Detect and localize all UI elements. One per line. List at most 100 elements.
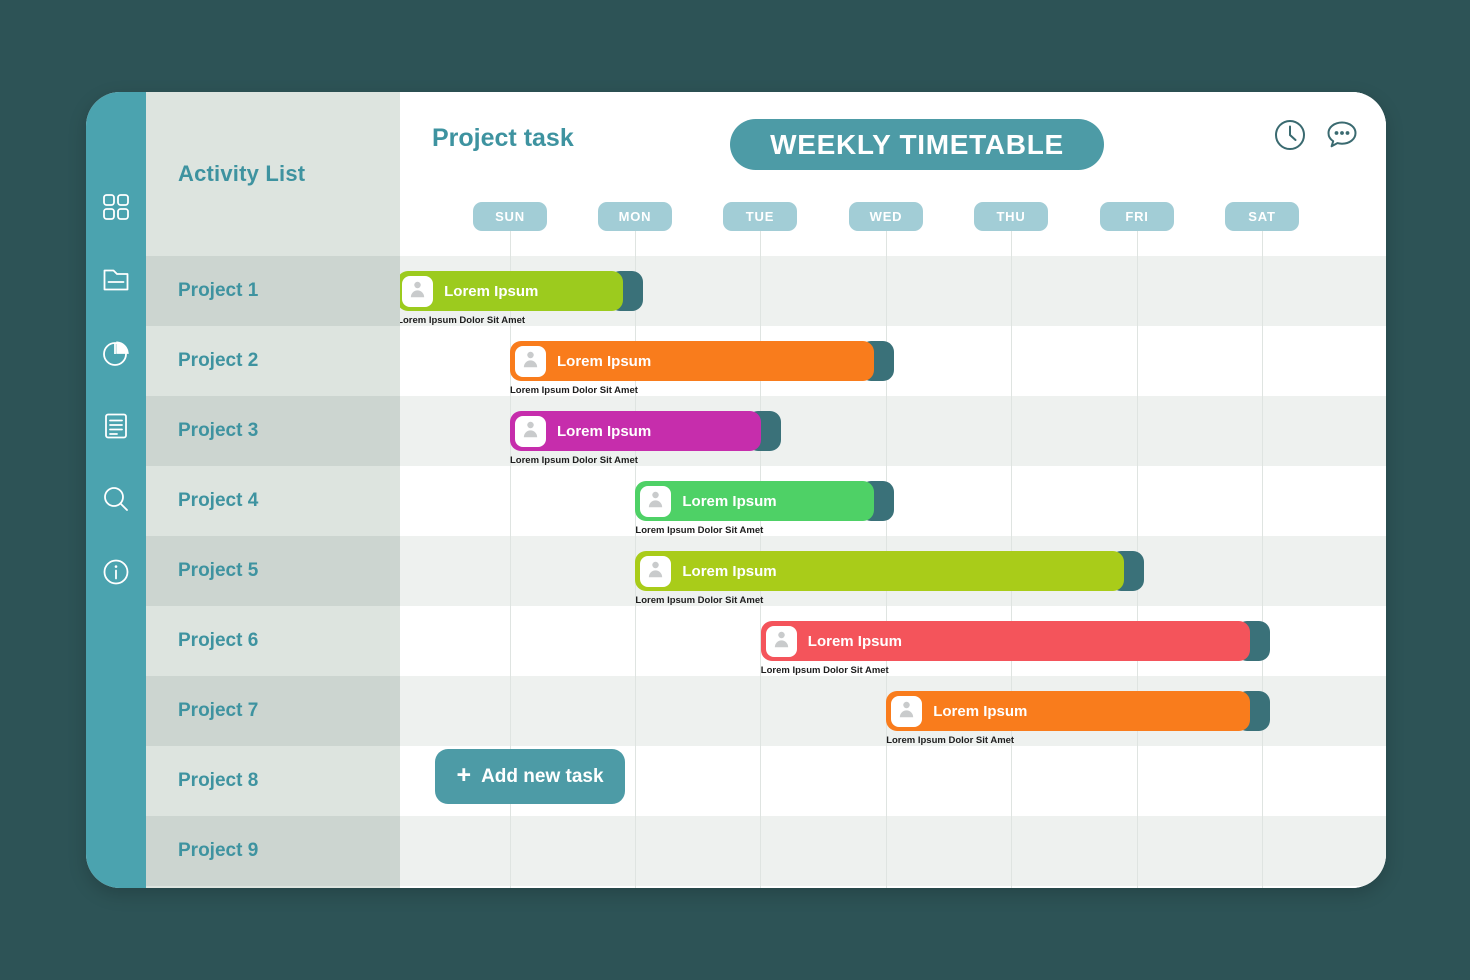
task-label: Lorem Ipsum	[682, 562, 777, 580]
gridline	[1137, 231, 1138, 256]
task-subtitle: Lorem Ipsum Dolor Sit Amet	[635, 525, 764, 536]
day-pill-mon[interactable]: MON	[598, 202, 672, 231]
project-label: Project 4	[178, 490, 259, 511]
project-row[interactable]: Project 6	[146, 606, 400, 676]
project-label: Project 8	[178, 770, 259, 791]
task-subtitle: Lorem Ipsum Dolor Sit Amet	[510, 385, 638, 396]
person-icon	[646, 559, 665, 583]
project-row[interactable]: Project 9	[146, 816, 400, 886]
gridline	[760, 231, 761, 256]
avatar	[640, 555, 672, 587]
timeline-body: Lorem Ipsum Lorem Ipsum Dolor Sit Amet Lor…	[400, 256, 1386, 888]
task-subtitle: Lorem Ipsum Dolor Sit Amet	[635, 595, 764, 606]
activity-list-header: Activity List	[146, 92, 400, 256]
header-actions	[1272, 117, 1360, 158]
timetable-card: Activity List Project 1 Project 2 Project …	[86, 92, 1386, 888]
task-bar-body[interactable]: Lorem Ipsum	[886, 691, 1250, 731]
task-bar-body[interactable]: Lorem Ipsum	[635, 481, 874, 521]
task-bar[interactable]: Lorem Ipsum Lorem Ipsum Dolor Sit Amet	[635, 551, 1145, 606]
project-label: Project 5	[178, 560, 259, 581]
project-label: Project 2	[178, 350, 259, 371]
gridline	[635, 231, 636, 256]
document-icon	[101, 411, 131, 441]
person-icon	[897, 699, 916, 723]
avatar	[402, 275, 434, 307]
task-label: Lorem Ipsum	[444, 282, 539, 300]
avatar	[515, 345, 546, 377]
avatar	[765, 625, 797, 657]
plus-icon: +	[456, 761, 472, 789]
project-row[interactable]: Project 2	[146, 326, 400, 396]
task-bar-body[interactable]: Lorem Ipsum	[510, 411, 761, 451]
avatar	[515, 415, 546, 447]
timeline-header: Project task WEEKLY TIMETABLE SUN MON TU…	[400, 92, 1386, 256]
task-subtitle: Lorem Ipsum Dolor Sit Amet	[400, 315, 526, 326]
sidebar-item-documents[interactable]	[97, 407, 135, 445]
chat-dots-icon[interactable]	[1324, 117, 1360, 158]
person-icon	[646, 489, 665, 513]
task-bar[interactable]: Lorem Ipsum Lorem Ipsum Dolor Sit Amet	[510, 411, 781, 466]
task-bar-body[interactable]: Lorem Ipsum	[760, 621, 1250, 661]
add-new-task-label: Add new task	[481, 765, 604, 787]
timeline: Project task WEEKLY TIMETABLE SUN MON TU…	[400, 92, 1386, 888]
task-bar[interactable]: Lorem Ipsum Lorem Ipsum Dolor Sit Amet	[400, 271, 643, 326]
project-row-list: Project 1 Project 2 Project 3 Project 4 Proj…	[146, 256, 400, 886]
add-new-task-button[interactable]: + Add new task	[435, 749, 625, 804]
activity-list-label: Activity List	[178, 161, 306, 186]
project-row[interactable]: Project 3	[146, 396, 400, 466]
project-row[interactable]: Project 8	[146, 746, 400, 816]
day-pill-tue[interactable]: TUE	[723, 202, 797, 231]
project-label: Project 3	[178, 420, 259, 441]
page-title: Project task	[432, 124, 574, 152]
sidebar-item-files[interactable]	[97, 261, 135, 299]
task-subtitle: Lorem Ipsum Dolor Sit Amet	[886, 735, 1015, 746]
task-bar-body[interactable]: Lorem Ipsum	[635, 551, 1125, 591]
timeline-row	[400, 816, 1386, 886]
task-bar-body[interactable]: Lorem Ipsum	[510, 341, 874, 381]
weekly-timetable-banner: WEEKLY TIMETABLE	[730, 119, 1104, 170]
project-row[interactable]: Project 7	[146, 676, 400, 746]
banner-label: WEEKLY TIMETABLE	[770, 128, 1064, 160]
sidebar-item-search[interactable]	[97, 480, 135, 518]
day-pill-sun[interactable]: SUN	[473, 202, 547, 231]
clock-icon[interactable]	[1272, 117, 1308, 158]
person-icon	[521, 349, 540, 373]
gridline	[1262, 256, 1263, 888]
task-label: Lorem Ipsum	[557, 352, 652, 370]
folder-icon	[101, 265, 131, 295]
sidebar-item-reports[interactable]	[97, 334, 135, 372]
day-pill-thu[interactable]: THU	[974, 202, 1048, 231]
project-row[interactable]: Project 1	[146, 256, 400, 326]
project-row[interactable]: Project 4	[146, 466, 400, 536]
task-label: Lorem Ipsum	[682, 492, 777, 510]
pie-chart-icon	[101, 338, 131, 368]
day-pill-fri[interactable]: FRI	[1100, 202, 1174, 231]
gridline	[1011, 231, 1012, 256]
task-label: Lorem Ipsum	[807, 632, 902, 650]
project-label: Project 7	[178, 700, 259, 721]
search-icon	[101, 484, 131, 514]
task-bar[interactable]: Lorem Ipsum Lorem Ipsum Dolor Sit Amet	[635, 481, 894, 536]
info-icon	[101, 557, 131, 587]
gridline	[510, 231, 511, 256]
project-label: Project 6	[178, 630, 259, 651]
task-bar-body[interactable]: Lorem Ipsum	[400, 271, 623, 311]
activity-column: Activity List Project 1 Project 2 Project …	[146, 92, 400, 888]
task-label: Lorem Ipsum	[557, 422, 652, 440]
person-icon	[521, 419, 540, 443]
sidebar-item-dashboard[interactable]	[97, 188, 135, 226]
avatar	[640, 485, 672, 517]
sidebar-item-info[interactable]	[97, 553, 135, 591]
gridline	[1262, 231, 1263, 256]
sidebar	[86, 92, 146, 888]
project-label: Project 1	[178, 280, 259, 301]
gridline	[886, 231, 887, 256]
day-pill-wed[interactable]: WED	[849, 202, 923, 231]
task-subtitle: Lorem Ipsum Dolor Sit Amet	[510, 455, 638, 466]
task-bar[interactable]: Lorem Ipsum Lorem Ipsum Dolor Sit Amet	[510, 341, 894, 396]
day-pill-sat[interactable]: SAT	[1225, 202, 1299, 231]
project-row[interactable]: Project 5	[146, 536, 400, 606]
task-bar[interactable]: Lorem Ipsum Lorem Ipsum Dolor Sit Amet	[886, 691, 1270, 746]
project-label: Project 9	[178, 840, 259, 861]
task-bar[interactable]: Lorem Ipsum Lorem Ipsum Dolor Sit Amet	[760, 621, 1270, 676]
